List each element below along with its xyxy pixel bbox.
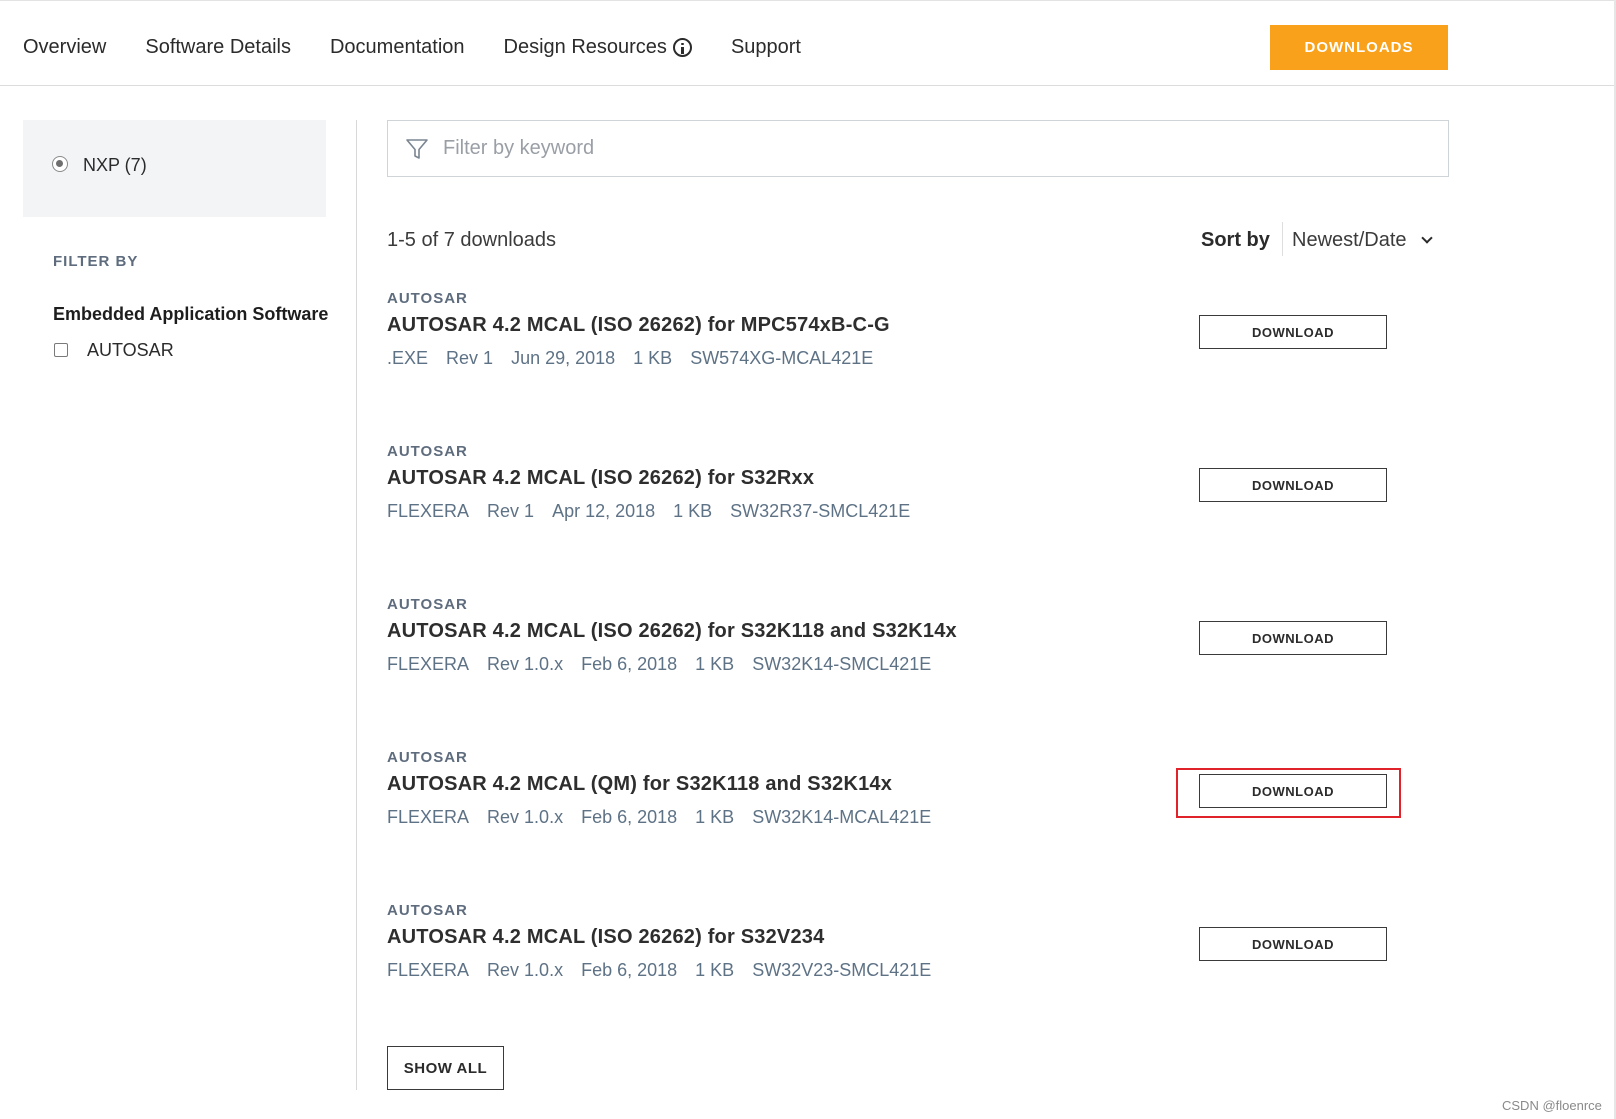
item-size: 1 KB bbox=[695, 654, 735, 674]
item-date: Feb 6, 2018 bbox=[581, 654, 678, 674]
tab-design-resources[interactable]: Design Resources bbox=[504, 36, 692, 59]
list-item: AUTOSAR AUTOSAR 4.2 MCAL (ISO 26262) for… bbox=[387, 596, 1487, 696]
item-category: AUTOSAR bbox=[387, 596, 468, 613]
item-date: Feb 6, 2018 bbox=[581, 960, 678, 980]
sort-label: Sort by bbox=[1201, 229, 1270, 251]
autosar-checkbox-label[interactable]: AUTOSAR bbox=[87, 340, 174, 361]
watermark: CSDN @floenrce bbox=[1502, 1098, 1602, 1113]
vendor-label[interactable]: NXP (7) bbox=[83, 155, 147, 176]
tab-support[interactable]: Support bbox=[731, 36, 801, 59]
item-category: AUTOSAR bbox=[387, 443, 468, 460]
list-item: AUTOSAR AUTOSAR 4.2 MCAL (ISO 26262) for… bbox=[387, 290, 1487, 390]
tab-documentation-label: Documentation bbox=[329, 35, 465, 58]
sort-value: Newest/Date bbox=[1292, 229, 1407, 251]
item-title[interactable]: AUTOSAR 4.2 MCAL (ISO 26262) for S32Rxx bbox=[387, 467, 814, 490]
item-title[interactable]: AUTOSAR 4.2 MCAL (ISO 26262) for S32V234 bbox=[387, 926, 824, 949]
sort-dropdown[interactable]: Newest/Date bbox=[1292, 229, 1433, 252]
item-category: AUTOSAR bbox=[387, 902, 468, 919]
downloads-button[interactable]: DOWNLOADS bbox=[1270, 25, 1448, 70]
item-rev: Rev 1.0.x bbox=[487, 654, 564, 674]
item-title[interactable]: AUTOSAR 4.2 MCAL (ISO 26262) for S32K118… bbox=[387, 620, 957, 643]
download-button[interactable]: DOWNLOAD bbox=[1199, 315, 1387, 349]
item-meta: FLEXERA Rev 1.0.x Feb 6, 2018 1 KB SW32V23-S… bbox=[387, 960, 949, 981]
nav-tabs: Overview Software Details Documentation … bbox=[0, 7, 818, 87]
item-size: 1 KB bbox=[673, 501, 713, 521]
item-date: Apr 12, 2018 bbox=[552, 501, 656, 521]
filter-by-heading: FILTER BY bbox=[53, 253, 139, 270]
item-title[interactable]: AUTOSAR 4.2 MCAL (ISO 26262) for MPC574x… bbox=[387, 314, 890, 337]
tab-software-details[interactable]: Software Details bbox=[145, 36, 291, 59]
autosar-checkbox[interactable] bbox=[54, 343, 68, 357]
item-type: .EXE bbox=[387, 348, 429, 368]
keyword-filter bbox=[387, 120, 1449, 177]
item-meta: .EXE Rev 1 Jun 29, 2018 1 KB SW574XG-MCAL421… bbox=[387, 348, 891, 369]
item-category: AUTOSAR bbox=[387, 290, 468, 307]
download-button[interactable]: DOWNLOAD bbox=[1199, 927, 1387, 961]
chevron-down-icon bbox=[1420, 231, 1433, 244]
item-id: SW574XG-MCAL421E bbox=[690, 348, 874, 368]
item-meta: FLEXERA Rev 1.0.x Feb 6, 2018 1 KB SW32K14-M… bbox=[387, 807, 949, 828]
filter-icon bbox=[406, 138, 428, 159]
list-item: AUTOSAR AUTOSAR 4.2 MCAL (ISO 26262) for… bbox=[387, 902, 1487, 1002]
item-size: 1 KB bbox=[695, 807, 735, 827]
keyword-filter-input[interactable] bbox=[443, 137, 1423, 160]
filter-group-title: Embedded Application Software bbox=[53, 304, 329, 324]
tab-software-details-label: Software Details bbox=[145, 35, 291, 58]
item-meta: FLEXERA Rev 1.0.x Feb 6, 2018 1 KB SW32K14-S… bbox=[387, 654, 949, 675]
download-button[interactable]: DOWNLOAD bbox=[1199, 468, 1387, 502]
list-item: AUTOSAR AUTOSAR 4.2 MCAL (ISO 26262) for… bbox=[387, 443, 1487, 543]
item-rev: Rev 1.0.x bbox=[487, 960, 564, 980]
item-rev: Rev 1 bbox=[487, 501, 535, 521]
item-title[interactable]: AUTOSAR 4.2 MCAL (QM) for S32K118 and S3… bbox=[387, 773, 892, 796]
info-icon[interactable] bbox=[672, 37, 692, 57]
item-rev: Rev 1 bbox=[446, 348, 494, 368]
item-rev: Rev 1.0.x bbox=[487, 807, 564, 827]
item-date: Feb 6, 2018 bbox=[581, 807, 678, 827]
item-type: FLEXERA bbox=[387, 501, 470, 521]
item-meta: FLEXERA Rev 1 Apr 12, 2018 1 KB SW32R37-SMCL… bbox=[387, 501, 928, 522]
sort-separator bbox=[1282, 222, 1283, 256]
tab-documentation[interactable]: Documentation bbox=[330, 36, 465, 59]
item-category: AUTOSAR bbox=[387, 749, 468, 766]
vendor-radio[interactable] bbox=[52, 156, 68, 172]
show-all-button[interactable]: SHOW ALL bbox=[387, 1046, 504, 1090]
item-size: 1 KB bbox=[633, 348, 673, 368]
sidebar-divider bbox=[356, 120, 357, 1090]
tab-design-resources-label: Design Resources bbox=[503, 35, 667, 58]
item-id: SW32K14-SMCL421E bbox=[752, 654, 932, 674]
download-button[interactable]: DOWNLOAD bbox=[1199, 621, 1387, 655]
item-id: SW32R37-SMCL421E bbox=[730, 501, 911, 521]
item-size: 1 KB bbox=[695, 960, 735, 980]
top-navigation: Overview Software Details Documentation … bbox=[0, 0, 1616, 86]
tab-overview[interactable]: Overview bbox=[23, 36, 106, 59]
highlight-annotation bbox=[1176, 768, 1401, 818]
results-count: 1-5 of 7 downloads bbox=[387, 229, 557, 251]
vendor-filter-box: NXP (7) bbox=[23, 120, 326, 217]
item-id: SW32K14-MCAL421E bbox=[752, 807, 932, 827]
item-type: FLEXERA bbox=[387, 654, 470, 674]
item-type: FLEXERA bbox=[387, 960, 470, 980]
item-id: SW32V23-SMCL421E bbox=[752, 960, 932, 980]
tab-support-label: Support bbox=[730, 35, 801, 58]
item-type: FLEXERA bbox=[387, 807, 470, 827]
tab-overview-label: Overview bbox=[23, 35, 107, 58]
item-date: Jun 29, 2018 bbox=[511, 348, 616, 368]
